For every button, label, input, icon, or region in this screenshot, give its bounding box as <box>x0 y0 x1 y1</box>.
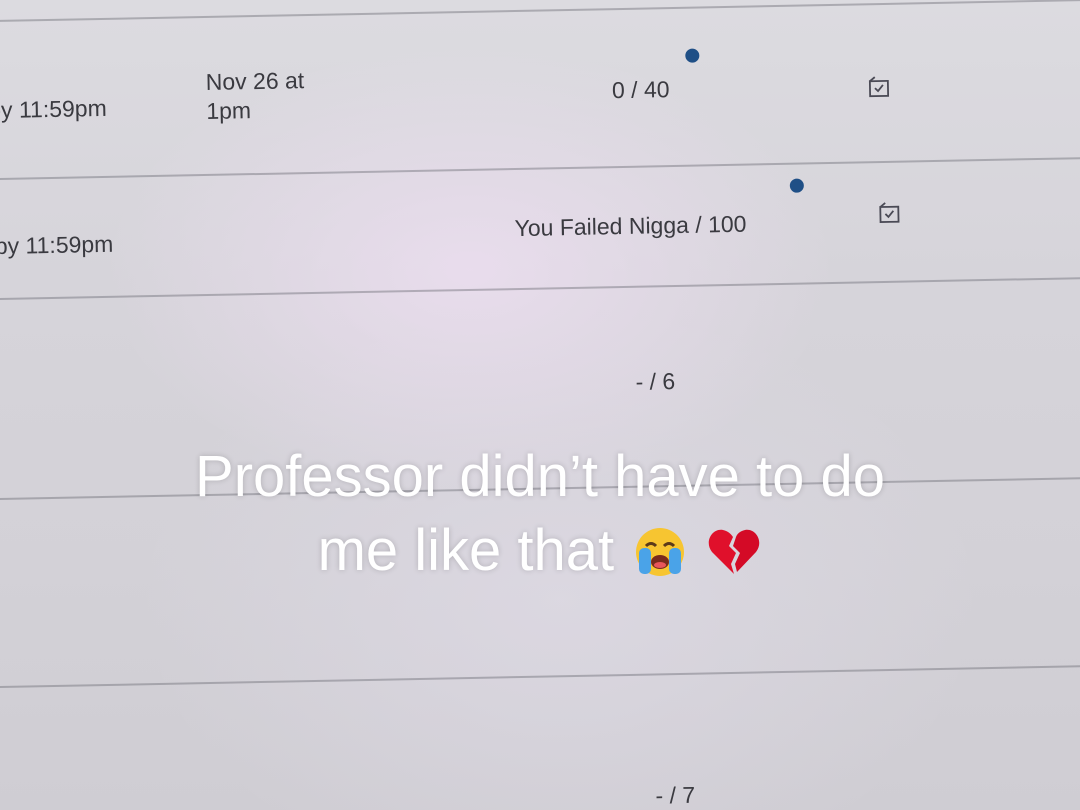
available-until: Nov 26 at 1pm <box>205 67 305 124</box>
due-date: by 11:59pm <box>0 94 107 124</box>
meme-caption: Professor didn’t have to do me like that <box>0 440 1080 596</box>
assignment-table: by 11:59pm Nov 26 at 1pm 0 / 40 by 11:59… <box>0 0 1080 810</box>
score: You Failed Nigga / 100 <box>514 210 747 242</box>
row-divider <box>0 664 1080 690</box>
loudly-crying-face-icon <box>634 522 686 596</box>
screen-photo: by 11:59pm Nov 26 at 1pm 0 / 40 by 11:59… <box>0 0 1080 810</box>
caption-line-2-text: me like that <box>317 518 615 583</box>
grade-details-icon[interactable] <box>867 75 891 99</box>
unread-dot <box>685 48 700 63</box>
score: 0 / 40 <box>611 76 670 104</box>
caption-line-2: me like that <box>0 514 1080 596</box>
due-date: by 11:59pm <box>0 230 114 260</box>
row-divider <box>0 0 1080 24</box>
unread-dot <box>789 178 804 193</box>
row-divider <box>0 156 1080 182</box>
broken-heart-icon <box>706 522 762 596</box>
score: - / 7 <box>655 781 696 809</box>
caption-line-1: Professor didn’t have to do <box>195 444 885 509</box>
row-divider <box>0 276 1080 302</box>
score: - / 6 <box>635 368 676 395</box>
grade-details-icon[interactable] <box>877 201 901 225</box>
